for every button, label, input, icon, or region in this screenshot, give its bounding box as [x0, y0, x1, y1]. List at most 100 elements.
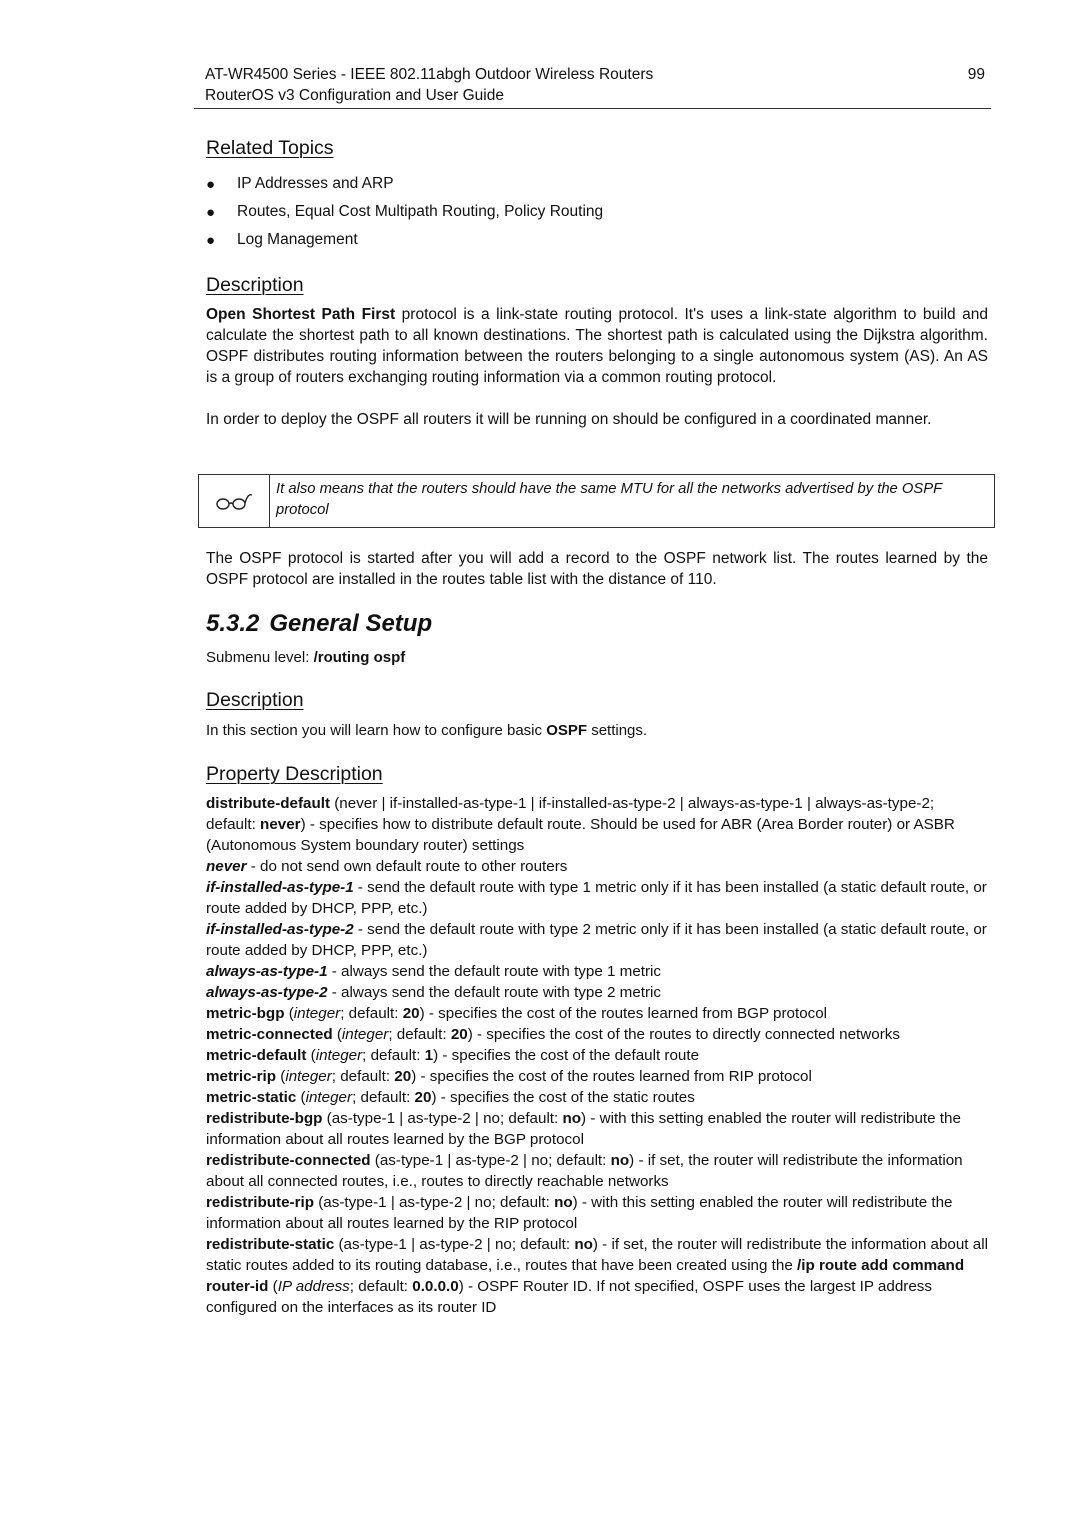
list-item[interactable]: ● IP Addresses and ARP: [206, 170, 603, 198]
property-default: 20: [450, 1026, 468, 1043]
property-desc: ) - specifies the cost of the static rou…: [431, 1089, 695, 1106]
property-desc: ) - specifies the cost of the routes lea…: [419, 1005, 828, 1022]
property-default: no: [610, 1152, 630, 1169]
section-title: General Setup: [269, 610, 433, 637]
property-name: metric-default: [206, 1047, 307, 1064]
property-default: 0.0.0.0: [412, 1278, 459, 1295]
property-spec: (as-type-1 | as-type-2 | no; default:: [334, 1236, 575, 1253]
description-text: settings.: [587, 722, 648, 739]
property-name: redistribute-rip: [206, 1194, 315, 1211]
header-subtitle: RouterOS v3 Configuration and User Guide: [205, 87, 504, 104]
value-name: always-as-type-1: [206, 963, 328, 980]
bullet-icon: ●: [206, 203, 216, 221]
ospf-term: OSPF: [546, 722, 588, 739]
related-topic-link[interactable]: Routes, Equal Cost Multipath Routing, Po…: [237, 203, 603, 221]
header-title: AT-WR4500 Series - IEEE 802.11abgh Outdo…: [205, 66, 654, 83]
value-item: if-installed-as-type-2 - send the defaul…: [206, 919, 988, 961]
property-default: 20: [402, 1005, 420, 1022]
property-item: redistribute-static (as-type-1 | as-type…: [206, 1234, 988, 1276]
note-text: It also means that the routers should ha…: [276, 481, 942, 518]
property-name: metric-bgp: [206, 1005, 285, 1022]
document-page: AT-WR4500 Series - IEEE 802.11abgh Outdo…: [0, 0, 1080, 1528]
page-header: AT-WR4500 Series - IEEE 802.11abgh Outdo…: [205, 64, 985, 106]
property-item: metric-static (integer; default: 20) - s…: [206, 1089, 695, 1106]
value-desc: - always send the default route with typ…: [327, 963, 662, 980]
property-item: redistribute-bgp (as-type-1 | as-type-2 …: [206, 1108, 988, 1150]
property-name: distribute-default: [206, 795, 331, 812]
property-name: metric-connected: [206, 1026, 333, 1043]
section-heading: 5.3.2 General Setup: [206, 610, 432, 638]
description-heading: Description: [206, 274, 304, 296]
ospf-start-paragraph: The OSPF protocol is started after you w…: [206, 550, 988, 588]
command-text: /ip route add command: [797, 1257, 965, 1274]
property-type: integer: [293, 1005, 341, 1022]
value-item: always-as-type-2 - always send the defau…: [206, 982, 988, 1003]
related-topics-list: ● IP Addresses and ARP ● Routes, Equal Cos…: [206, 170, 603, 254]
property-name: metric-static: [206, 1089, 297, 1106]
section-description: In this section you will learn how to co…: [206, 720, 988, 741]
property-default: no: [574, 1236, 593, 1253]
related-topic-link[interactable]: IP Addresses and ARP: [237, 175, 394, 193]
value-name: if-installed-as-type-2: [206, 921, 354, 938]
list-item[interactable]: ● Log Management: [206, 226, 603, 254]
value-item: always-as-type-1 - always send the defau…: [206, 961, 988, 982]
property-desc: ) - specifies the cost of the default ro…: [433, 1047, 700, 1064]
note-box: It also means that the routers should ha…: [198, 474, 995, 528]
property-default: no: [554, 1194, 573, 1211]
property-type: integer: [341, 1026, 389, 1043]
property-type: IP address: [277, 1278, 350, 1295]
glasses-icon: [199, 475, 270, 527]
deploy-paragraph: In order to deploy the OSPF all routers …: [206, 411, 932, 428]
property-item: redistribute-connected (as-type-1 | as-t…: [206, 1150, 988, 1192]
property-default: never: [260, 816, 301, 833]
related-topics-heading: Related Topics: [206, 137, 334, 159]
property-type: integer: [285, 1068, 332, 1085]
property-item: metric-connected (integer; default: 20) …: [206, 1026, 900, 1043]
value-desc: - do not send own default route to other…: [246, 858, 568, 875]
property-desc: ) - specifies the cost of the routes lea…: [411, 1068, 812, 1085]
value-item: never - do not send own default route to…: [206, 856, 988, 877]
property-item: router-id (IP address; default: 0.0.0.0)…: [206, 1278, 932, 1316]
ospf-term: Open Shortest Path First: [206, 306, 396, 323]
property-default: no: [562, 1110, 582, 1127]
property-name: redistribute-static: [206, 1236, 335, 1253]
property-default: 1: [424, 1047, 434, 1064]
property-spec: (as-type-1 | as-type-2 | no; default:: [370, 1152, 611, 1169]
property-description-heading: Property Description: [206, 763, 383, 785]
property-list: distribute-default (never | if-installed…: [206, 793, 988, 1318]
submenu-path: /routing ospf: [313, 649, 406, 666]
bullet-icon: ●: [206, 175, 216, 193]
property-default: 20: [394, 1068, 412, 1085]
property-item: redistribute-rip (as-type-1 | as-type-2 …: [206, 1192, 988, 1234]
value-item: if-installed-as-type-1 - send the defaul…: [206, 877, 988, 919]
property-name: metric-rip: [206, 1068, 277, 1085]
property-name: redistribute-bgp: [206, 1110, 323, 1127]
value-name: always-as-type-2: [206, 984, 328, 1001]
property-desc: ) - specifies the cost of the routes to …: [467, 1026, 900, 1043]
property-name: redistribute-connected: [206, 1152, 371, 1169]
property-type: integer: [305, 1089, 353, 1106]
description-paragraph: Open Shortest Path First protocol is a l…: [206, 304, 988, 388]
submenu-level: Submenu level: /routing ospf: [206, 647, 988, 668]
property-item: metric-bgp (integer; default: 20) - spec…: [206, 1005, 828, 1022]
property-spec: (as-type-1 | as-type-2 | no; default:: [322, 1110, 563, 1127]
value-desc: - always send the default route with typ…: [327, 984, 662, 1001]
bullet-icon: ●: [206, 231, 216, 249]
description-text: In this section you will learn how to co…: [206, 722, 547, 739]
submenu-label: Submenu level:: [206, 649, 314, 666]
property-type: integer: [315, 1047, 363, 1064]
property-default: 20: [414, 1089, 432, 1106]
header-divider: [194, 108, 991, 109]
value-name: if-installed-as-type-1: [206, 879, 354, 896]
property-item: metric-default (integer; default: 1) - s…: [206, 1047, 700, 1064]
property-desc: ) - specifies how to distribute default …: [206, 816, 955, 854]
list-item[interactable]: ● Routes, Equal Cost Multipath Routing, P…: [206, 198, 603, 226]
page-number: 99: [967, 66, 985, 83]
section-number: 5.3.2: [206, 610, 260, 637]
description-heading-2: Description: [206, 689, 304, 711]
related-topic-link[interactable]: Log Management: [237, 231, 358, 249]
property-item: metric-rip (integer; default: 20) - spec…: [206, 1068, 812, 1085]
property-name: router-id: [206, 1278, 269, 1295]
property-item: distribute-default (never | if-installed…: [206, 793, 988, 856]
property-spec: (as-type-1 | as-type-2 | no; default:: [314, 1194, 555, 1211]
